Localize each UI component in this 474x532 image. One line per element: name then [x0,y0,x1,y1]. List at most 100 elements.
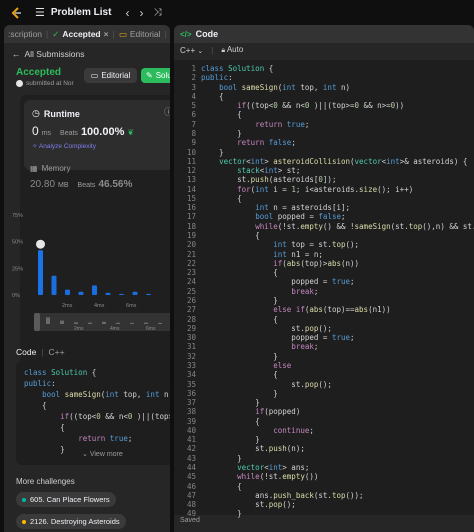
code-line[interactable]: st.push(n); [201,444,305,453]
code-line[interactable]: while(!st.empty()) [201,472,318,481]
chart-bar[interactable] [92,285,97,295]
code-line[interactable]: } [201,352,278,361]
line-number: 30 [186,333,196,343]
code-line[interactable]: } [201,509,242,518]
code-line[interactable]: else if(abs(top)==abs(n1)) [201,305,390,314]
code-line[interactable]: stack<int> st; [201,166,300,175]
code-line[interactable]: vector<int> ans; [201,463,309,472]
code-line[interactable]: { [201,194,242,203]
problem-list-link[interactable]: Problem List [51,7,112,18]
code-line[interactable]: } [201,296,278,305]
code-line[interactable]: popped = true; [201,333,354,342]
code-line[interactable]: if(popped) [201,407,300,416]
chevron-left-icon[interactable]: ‹ [125,6,129,20]
line-number: 36 [186,388,196,398]
code-line[interactable]: else [201,361,291,370]
code-line[interactable]: } [201,129,242,138]
chart-bar[interactable] [38,250,43,295]
code-line[interactable]: int n1 = n; [201,250,323,259]
code-line[interactable]: return false; [201,138,296,147]
memory-title[interactable]: ▦ Memory [30,164,70,173]
line-number: 48 [186,500,196,510]
chart-bar[interactable] [51,275,57,295]
chart-bar[interactable] [105,292,111,295]
auto-format-toggle[interactable]: 🔒︎ Auto [221,45,243,55]
challenge-chip[interactable]: 2126. Destroying Asteroids [16,514,126,529]
code-line[interactable]: int n = asteroids[i]; [201,203,350,212]
tab-more[interactable]: ⚗ [167,29,170,40]
more-challenges-title: More challenges [16,477,75,486]
solution-button[interactable]: ✎ Solu [141,68,170,83]
code-line[interactable]: while(!st.empty() && !sameSign(st.top(),… [201,222,474,231]
check-icon: ✓ [52,28,60,39]
code-line[interactable]: } [201,389,278,398]
close-icon[interactable]: × [104,29,109,39]
code-line[interactable]: if(abs(top)>abs(n)) [201,259,359,268]
language-select[interactable]: C++ ⌄ [180,46,203,55]
code-line[interactable]: break; [201,342,318,351]
info-icon[interactable]: ⓘ [164,105,170,118]
runtime-distribution-chart[interactable]: 75% 50% 25% 0% 2ms 4ms 6ms [12,211,162,311]
tab-description[interactable]: :scription [4,29,46,39]
clock-icon: ◷ [32,108,40,118]
code-line[interactable]: { [201,231,260,240]
code-line[interactable]: { [201,315,278,324]
code-line[interactable]: st.pop(); [201,324,332,333]
code-line[interactable]: break; [201,287,318,296]
code-line[interactable]: public: [201,73,233,82]
code-line[interactable]: return true; [201,120,309,129]
x-tick-label: 4ms [94,303,105,309]
code-line[interactable]: for(int i = 1; i<asteroids.size(); i++) [201,185,413,194]
code-line[interactable]: { [201,268,278,277]
divider: | [211,45,214,55]
book-icon: ▭ [90,71,99,80]
code-editor[interactable]: 1 class Solution {2 public: 3 bool sameSign… [174,60,474,518]
chart-bar[interactable] [65,289,70,295]
code-line[interactable]: { [201,370,278,379]
tab-accepted-label: Accepted [62,29,101,39]
list-icon[interactable]: ☰ [35,6,45,19]
code-line[interactable]: { [201,417,260,426]
code-line[interactable]: } [201,435,260,444]
code-line[interactable]: } [201,148,224,157]
shuffle-icon[interactable]: ⤨ [153,7,161,18]
code-line[interactable]: st.pop(); [201,500,296,509]
code-line[interactable]: st.pop(); [201,380,332,389]
code-line[interactable]: { [201,92,224,101]
challenge-chip[interactable]: 605. Can Place Flowers [16,492,116,507]
code-line[interactable]: int top = st.top(); [201,240,359,249]
chevron-right-icon[interactable]: › [139,6,143,20]
code-line[interactable]: { [201,110,242,119]
runtime-box[interactable]: ◷ Runtime 0 ms Beats 100.00% ❦ ✧ Analyze… [24,100,170,170]
tab-editorial[interactable]: ▭ Editorial [115,29,165,40]
book-icon: ▭ [118,28,127,39]
chart-bar[interactable] [119,293,124,295]
line-number: 18 [186,221,196,231]
code-line[interactable]: vector<int> asteroidCollision(vector<int… [201,157,467,166]
chart-bar[interactable] [132,291,138,295]
line-number: 19 [186,231,196,241]
code-line[interactable]: bool sameSign(int top, int n) [201,83,350,92]
code-line[interactable]: continue; [201,426,314,435]
code-line[interactable]: } [201,398,260,407]
memory-label: Memory [41,164,71,173]
leetcode-logo-icon[interactable] [9,6,23,20]
code-line[interactable]: popped = true; [201,277,354,286]
code-line[interactable]: bool popped = false; [201,212,345,221]
all-submissions-link[interactable]: ← All Submissions [4,43,170,65]
code-line[interactable]: } [201,454,242,463]
code-line[interactable]: class Solution { [201,64,273,73]
analyze-complexity-link[interactable]: ✧ Analyze Complexity [32,142,96,150]
code-line[interactable]: st.push(asteroids[0]); [201,175,336,184]
code-line[interactable]: if((top<0 && n<0 )||(top>=0 && n>=0)) [201,101,404,110]
chart-bar[interactable] [146,293,151,295]
range-handle[interactable] [34,313,40,331]
view-more-button[interactable]: ⌄ View more [82,450,123,458]
code-line[interactable]: ans.push_back(st.top()); [201,491,363,500]
preview-code-line: public: [24,379,56,388]
range-selector[interactable]: 2ms 4ms 6ms [34,313,170,331]
editorial-button[interactable]: ▭ Editorial [84,68,137,83]
tab-accepted[interactable]: ✓ Accepted × [48,29,112,40]
code-line[interactable]: { [201,482,242,491]
chart-bar[interactable] [78,291,84,295]
